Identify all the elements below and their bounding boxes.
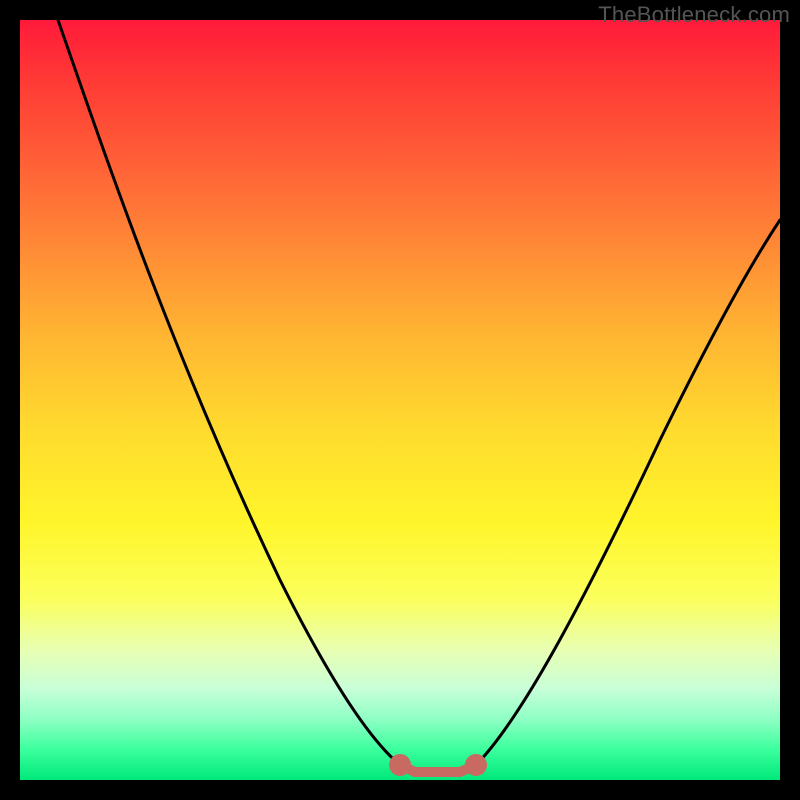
- chart-outer-frame: [0, 0, 800, 800]
- optimal-range-marker-group: [394, 759, 482, 772]
- chart-overlay-svg: [20, 20, 780, 780]
- bottleneck-curve-line: [58, 20, 780, 772]
- marker-line: [400, 765, 476, 772]
- watermark-text: TheBottleneck.com: [598, 2, 790, 28]
- marker-end-dot: [470, 759, 482, 771]
